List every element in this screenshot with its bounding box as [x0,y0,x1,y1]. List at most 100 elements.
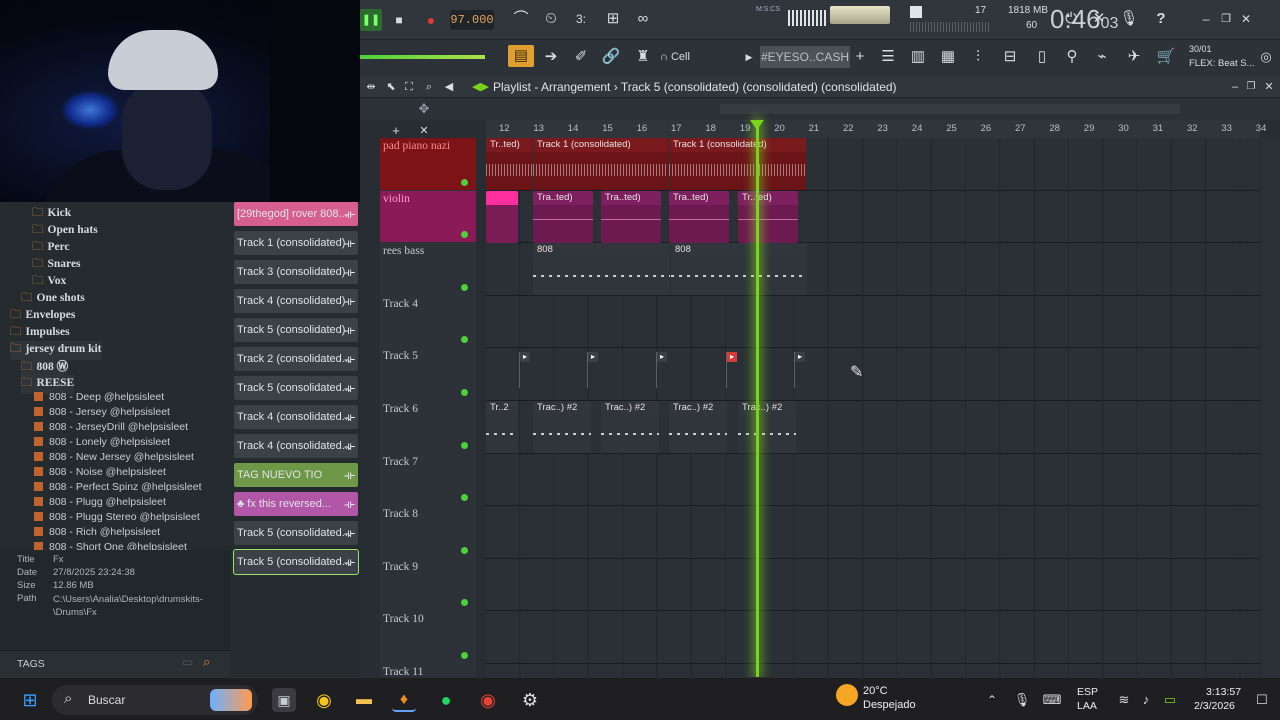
playlist-clip[interactable]: Tra..ted) [533,190,593,243]
track-header[interactable]: Track 9 [380,558,476,611]
plugin-icon[interactable]: ⚲ [1060,46,1084,68]
clock-date[interactable]: 2/3/2026 [1194,700,1235,712]
cart-icon[interactable]: 🛒 [1154,46,1178,68]
automation-clip[interactable]: ▸ [726,352,738,389]
playlist-clip[interactable]: Tra..ted) [669,190,729,243]
playlist-clip[interactable]: Trac..) #2 [738,401,796,453]
track-mute-led[interactable] [461,283,468,291]
timeline-ruler[interactable]: 12 13 14 15 16 17 18 19 20 21 22 23 24 25 26 27 28 29 30 31… [486,120,1266,138]
maximize-icon[interactable]: ❐ [1218,8,1234,30]
browser-file[interactable]: 808 - Deep @helpsisleet [34,391,164,403]
picker-clip[interactable]: Track 3 (consolidated) ⟛ [234,260,358,284]
browser-file[interactable]: 808 - Plugg @helpsisleet [34,496,166,508]
speaker-icon[interactable]: ◀ [442,76,456,98]
tools-icon[interactable]: ✕ [1088,8,1110,30]
menu-arrows-icon[interactable]: ⇹ [364,76,378,98]
picker-clip[interactable]: Track 5 (consolidated) ⟛ [234,318,358,342]
playlist-clip[interactable] [486,190,518,243]
play-arrangement-icon[interactable]: ◀▶ [472,76,489,98]
snap-selector[interactable]: ∩ Cell [660,46,730,68]
chrome-profile-icon[interactable]: ◉ [476,688,500,712]
automation-clip[interactable]: ▸ [794,352,806,389]
picker-clip[interactable]: TAG NUEVO TIO ⟛ [234,463,358,487]
browser-icon[interactable]: ⊟ [998,46,1022,68]
record-icon[interactable]: ● [420,9,442,31]
folder-icon[interactable]: ▭ [182,655,193,669]
pattern-selector[interactable]: #EYESO..CASH [760,46,850,68]
stamp-icon[interactable]: ♜ [632,46,654,68]
tray-mic-icon[interactable]: 🎙 [1010,688,1034,712]
minimize-icon[interactable]: – [1198,8,1214,30]
mixer-icon[interactable]: ⫶ [966,46,990,68]
chrome-icon[interactable]: ◉ [312,688,336,712]
countdown-icon[interactable]: 3: [570,8,592,30]
track-mute-led[interactable] [461,388,468,396]
channel-rack-icon[interactable]: ▦ [936,46,960,68]
browser-file[interactable]: 808 - JerseyDrill @helpsisleet [34,421,188,433]
search-icon[interactable]: ⌕ [203,654,210,670]
track-mute-led[interactable] [461,231,468,239]
pause-icon[interactable]: ❚❚ [360,9,382,31]
browser-file[interactable]: 808 - Jersey @helpsisleet [34,406,170,418]
picker-clip[interactable]: Track 5 (consolidated... ⟛ [234,376,358,400]
stop-icon[interactable]: ■ [388,9,410,31]
arrow-right-icon[interactable]: ➔ [540,46,562,68]
track-header[interactable]: pad piano nazi [380,138,476,190]
app-icon[interactable]: ⚙ [518,688,542,712]
track-mute-led[interactable] [461,178,468,186]
spotify-icon[interactable]: ● [434,688,458,712]
tempo-display[interactable]: 97.000 [450,10,494,30]
link-icon[interactable]: 🔗 [600,46,622,68]
microphone-icon[interactable]: 🎙 [1118,8,1140,30]
browser-file[interactable]: 808 - Plugg Stereo @helpsisleet [34,511,200,523]
track-mute-led[interactable] [461,546,468,554]
track-header[interactable]: Track 4 [380,295,476,348]
picker-clip[interactable]: Track 4 (consolidated... ⟛ [234,405,358,429]
track-header[interactable]: Track 6 [380,401,476,453]
playlist-clip[interactable]: Tr..ted) [738,190,798,243]
playlist-clip[interactable]: Trac..) #2 [669,401,727,453]
automation-clip[interactable]: ▸ [587,352,599,389]
draw-icon[interactable]: ✐ [570,46,592,68]
snap-icon[interactable]: ⛶ [402,76,416,98]
file-icon[interactable]: ▯ [1030,46,1054,68]
browser-file[interactable]: 808 - Lonely @helpsisleet [34,436,170,448]
power-icon[interactable]: ⏻ [1060,8,1082,30]
track-mute-led[interactable] [461,336,468,344]
lang-top[interactable]: ESP [1077,686,1098,698]
pl-maximize-icon[interactable]: ❐ [1244,76,1258,98]
pointer-icon[interactable]: ⬉ [384,76,398,98]
help-icon[interactable]: ? [1150,8,1172,30]
playlist-clip[interactable]: Tr..ted) [486,138,532,190]
track-mute-led[interactable] [461,651,468,659]
tray-chevron-icon[interactable]: ⌃ [980,688,1004,712]
pl-close-icon[interactable]: ✕ [1262,76,1276,98]
master-volume-slider[interactable] [360,55,485,59]
track-mute-led[interactable] [461,599,468,607]
playlist-clip[interactable]: Track 1 (consolidated) [533,138,668,190]
file-explorer-icon[interactable]: ▬ [352,688,376,712]
track-mute-led[interactable] [461,441,468,449]
prev-pattern-icon[interactable]: ▶ [744,46,754,68]
export-icon[interactable]: ✈ [1122,46,1146,68]
picker-clip[interactable]: Track 4 (consolidated) ⟛ [234,289,358,313]
horizontal-scrollbar[interactable] [720,104,1180,114]
playlist-clip[interactable]: 808 [533,243,670,296]
playlist-view-icon[interactable]: ▤ [508,45,534,67]
step-edit-icon[interactable]: ⊞ [602,8,624,30]
lang-bottom[interactable]: LAA [1077,700,1097,712]
piano-roll-icon[interactable]: ▥ [906,46,930,68]
playlist-clip[interactable]: 808 [671,243,807,296]
notification-icon[interactable]: ☐ [1250,688,1274,712]
automation-clip[interactable]: ▸ [656,352,668,389]
track-header[interactable]: Track 7 [380,453,476,506]
track-header[interactable]: violin [380,190,476,243]
picker-clip[interactable]: Track 5 (consolidated... ⟛ [234,521,358,545]
automation-clip[interactable]: ▸ [519,352,531,389]
weather-icon[interactable] [836,684,858,706]
vertical-scrollbar[interactable] [1262,138,1280,677]
metronome-icon[interactable]: ⌒ [510,8,532,30]
browser-file[interactable]: 808 - Perfect Spinz @helpsisleet [34,481,202,493]
playlist-clip[interactable]: Track 1 (consolidated) [669,138,806,190]
battery-icon[interactable]: ▭ [1158,688,1182,712]
